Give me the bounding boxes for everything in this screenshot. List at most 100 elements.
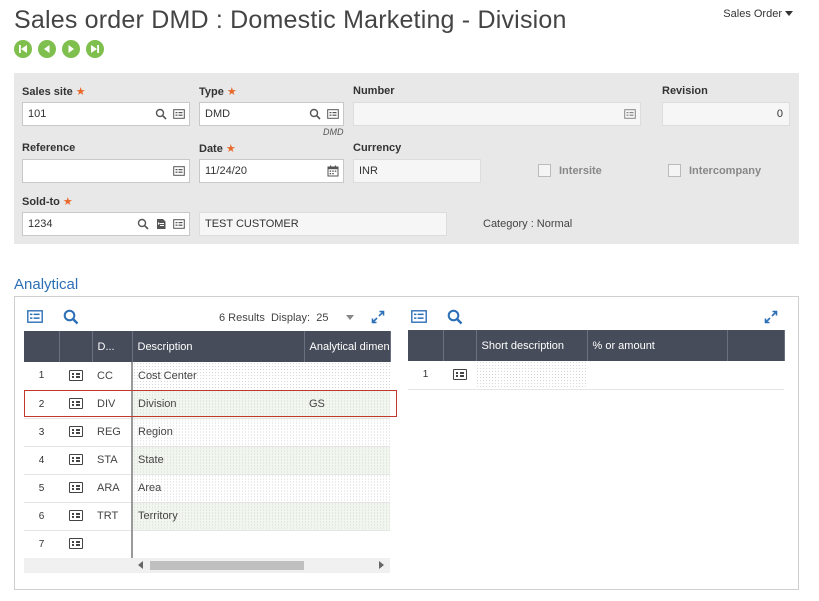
row-detail-button[interactable] bbox=[59, 418, 92, 447]
date-input[interactable]: 11/24/20 bbox=[199, 159, 344, 183]
description-cell[interactable]: Cost Center bbox=[131, 362, 304, 391]
scrollbar-thumb[interactable] bbox=[150, 561, 304, 570]
revision-input[interactable]: 0 bbox=[662, 102, 790, 126]
expand-icon[interactable] bbox=[371, 310, 385, 324]
detail-icon[interactable] bbox=[173, 108, 185, 120]
search-icon[interactable] bbox=[63, 309, 79, 325]
column-header-short-description[interactable]: Short description bbox=[476, 330, 588, 361]
analytical-dimension-cell[interactable]: GS bbox=[304, 390, 390, 419]
row-detail-button[interactable] bbox=[443, 361, 476, 390]
type-field: Type ★ bbox=[199, 85, 237, 99]
column-header-description[interactable]: Description bbox=[132, 331, 305, 362]
dimension-code-cell[interactable]: TRT bbox=[92, 502, 132, 531]
dimension-code-cell[interactable]: STA bbox=[92, 446, 132, 475]
analytical-dimension-cell[interactable] bbox=[304, 502, 390, 531]
table-row[interactable]: 5 ARA Area bbox=[24, 474, 390, 503]
row-number: 1 bbox=[24, 362, 59, 391]
description-cell[interactable]: Territory bbox=[131, 502, 304, 531]
table-row[interactable]: 1 bbox=[408, 361, 784, 390]
document-icon[interactable] bbox=[155, 218, 167, 230]
last-record-button[interactable] bbox=[86, 40, 104, 58]
checkbox-box[interactable] bbox=[668, 164, 681, 177]
search-icon[interactable] bbox=[447, 309, 463, 325]
description-cell[interactable] bbox=[131, 530, 304, 559]
row-detail-button[interactable] bbox=[59, 390, 92, 419]
search-icon[interactable] bbox=[137, 218, 149, 230]
grid-options-icon[interactable] bbox=[411, 310, 427, 323]
next-icon bbox=[68, 45, 74, 53]
reference-input[interactable] bbox=[22, 159, 190, 183]
dimension-code-cell[interactable]: ARA bbox=[92, 474, 132, 503]
type-input[interactable]: DMD bbox=[199, 102, 344, 126]
dimension-code-cell[interactable]: REG bbox=[92, 418, 132, 447]
expand-icon[interactable] bbox=[764, 310, 778, 324]
row-detail-button[interactable] bbox=[59, 362, 92, 391]
row-detail-button[interactable] bbox=[59, 502, 92, 531]
scroll-right-icon[interactable] bbox=[379, 561, 384, 569]
sales-site-input[interactable]: 101 bbox=[22, 102, 190, 126]
grid-options-icon[interactable] bbox=[27, 310, 43, 323]
analytical-dimension-cell[interactable] bbox=[304, 446, 390, 475]
dimension-code-cell[interactable]: CC bbox=[92, 362, 132, 391]
display-label: Display: bbox=[270, 312, 311, 324]
calendar-icon[interactable] bbox=[327, 165, 339, 177]
table-row[interactable]: 1 CC Cost Center bbox=[24, 362, 390, 391]
row-icon-header bbox=[59, 331, 93, 362]
customer-name-input[interactable]: TEST CUSTOMER bbox=[199, 212, 447, 236]
empty-cell bbox=[727, 361, 784, 390]
intersite-checkbox[interactable]: Intersite bbox=[538, 164, 602, 177]
type-label: Type bbox=[199, 86, 224, 98]
dimension-code-cell[interactable]: DIV bbox=[92, 390, 132, 419]
first-icon bbox=[19, 45, 27, 53]
analytical-dimension-cell[interactable] bbox=[304, 362, 390, 391]
required-star: ★ bbox=[75, 86, 86, 98]
sold-to-value: 1234 bbox=[28, 218, 53, 230]
column-header-percent-or-amount[interactable]: % or amount bbox=[587, 330, 728, 361]
description-cell[interactable]: Region bbox=[131, 418, 304, 447]
table-row[interactable]: 6 TRT Territory bbox=[24, 502, 390, 531]
column-header-analytical-dimension[interactable]: Analytical dimen bbox=[304, 331, 391, 362]
description-cell[interactable]: State bbox=[131, 446, 304, 475]
detail-icon[interactable] bbox=[624, 108, 636, 120]
required-star: ★ bbox=[62, 196, 73, 208]
next-record-button[interactable] bbox=[62, 40, 80, 58]
first-record-button[interactable] bbox=[14, 40, 32, 58]
description-cell[interactable]: Division bbox=[131, 390, 304, 419]
table-row[interactable]: 4 STA State bbox=[24, 446, 390, 475]
detail-icon[interactable] bbox=[327, 108, 339, 120]
search-icon[interactable] bbox=[309, 108, 321, 120]
search-icon[interactable] bbox=[155, 108, 167, 120]
currency-input[interactable]: INR bbox=[353, 159, 481, 183]
detail-icon bbox=[68, 426, 83, 438]
row-detail-button[interactable] bbox=[59, 530, 92, 559]
dimension-code-cell[interactable] bbox=[92, 530, 132, 559]
percent-or-amount-cell[interactable] bbox=[587, 361, 727, 390]
previous-record-button[interactable] bbox=[38, 40, 56, 58]
sold-to-input[interactable]: 1234 bbox=[22, 212, 190, 236]
category-text: Category : Normal bbox=[483, 218, 573, 230]
detail-icon[interactable] bbox=[173, 165, 185, 177]
number-input[interactable] bbox=[353, 102, 641, 126]
distribution-grid: Short description % or amount 1 bbox=[408, 330, 785, 390]
column-header-empty bbox=[727, 330, 785, 361]
analytical-dimension-cell[interactable] bbox=[304, 474, 390, 503]
table-row[interactable]: 7 bbox=[24, 530, 390, 559]
intercompany-checkbox[interactable]: Intercompany bbox=[668, 164, 761, 177]
column-header-dimension[interactable]: D... bbox=[92, 331, 133, 362]
row-detail-button[interactable] bbox=[59, 474, 92, 503]
horizontal-scrollbar[interactable] bbox=[24, 558, 390, 573]
scroll-left-icon[interactable] bbox=[138, 561, 143, 569]
row-detail-button[interactable] bbox=[59, 446, 92, 475]
description-cell[interactable]: Area bbox=[131, 474, 304, 503]
analytical-dimension-cell[interactable] bbox=[304, 418, 390, 447]
table-row[interactable]: 2 DIV Division GS bbox=[24, 390, 390, 419]
display-select[interactable]: 25 bbox=[316, 312, 355, 324]
display-value: 25 bbox=[316, 312, 329, 324]
checkbox-box[interactable] bbox=[538, 164, 551, 177]
short-description-cell[interactable] bbox=[476, 361, 587, 390]
sales-order-menu[interactable]: Sales Order bbox=[723, 8, 793, 20]
detail-icon[interactable] bbox=[173, 218, 185, 230]
row-number-header bbox=[408, 330, 444, 361]
analytical-dimension-cell[interactable] bbox=[304, 530, 390, 559]
table-row[interactable]: 3 REG Region bbox=[24, 418, 390, 447]
